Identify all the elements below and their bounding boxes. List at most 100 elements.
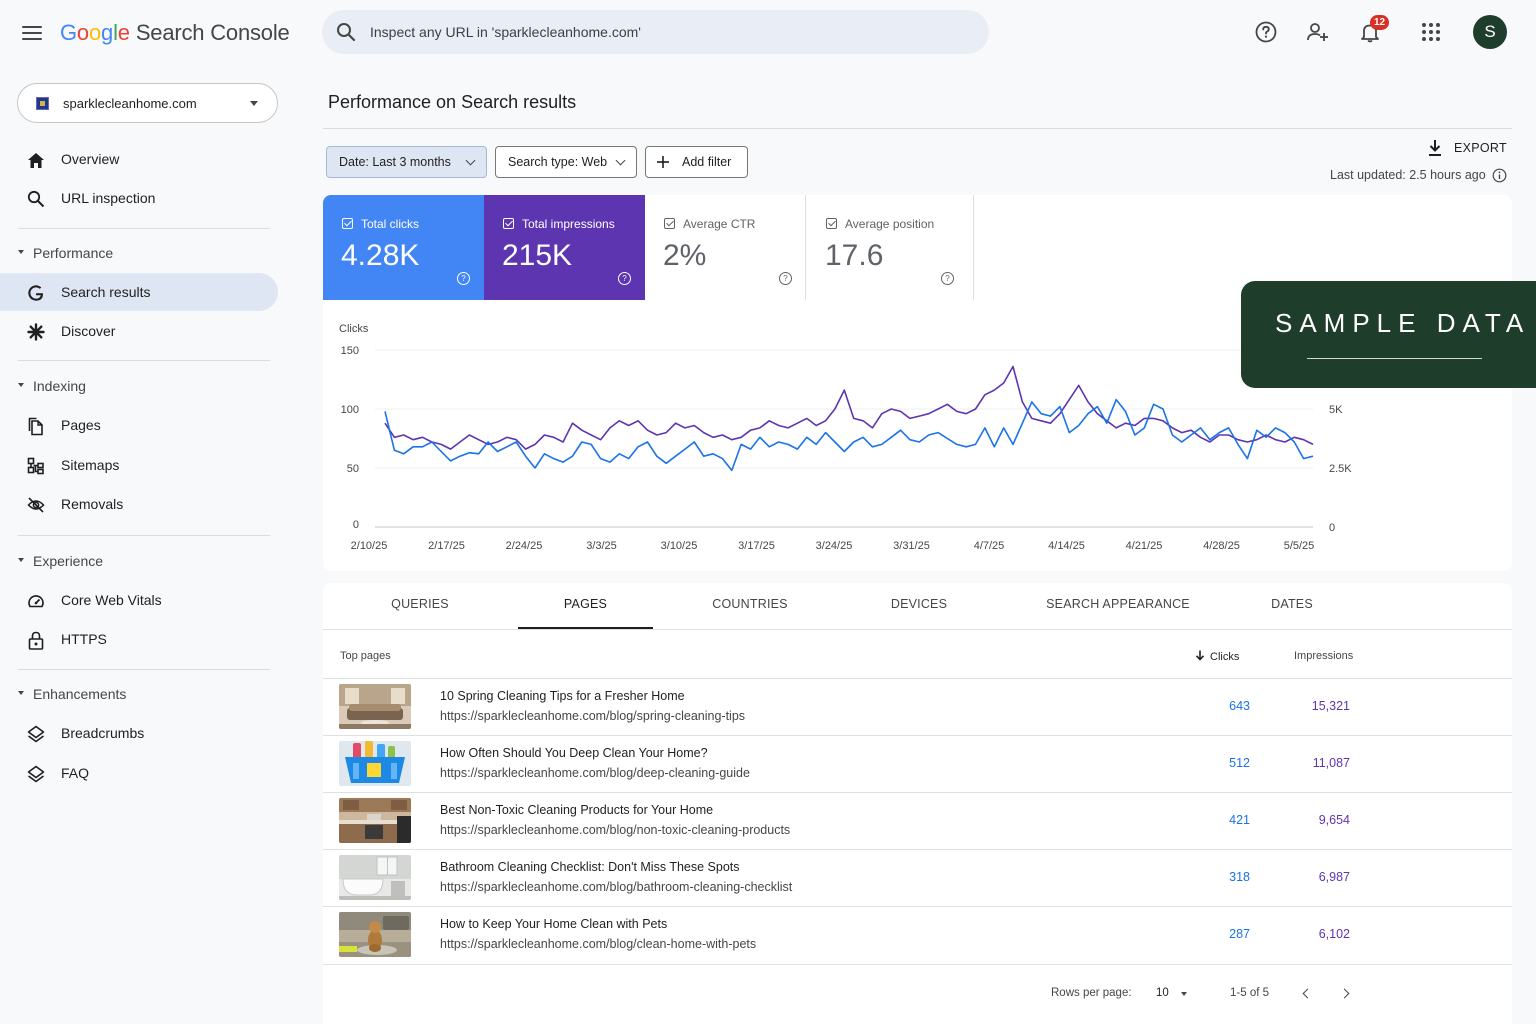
layers-icon [26, 764, 46, 784]
rows-per-page-label: Rows per page: [1051, 987, 1132, 999]
last-updated-text: Last updated: 2.5 hours ago [1330, 168, 1486, 182]
property-favicon [36, 97, 49, 110]
collapse-triangle-icon [18, 383, 24, 387]
chevron-left-icon[interactable] [1297, 985, 1317, 1003]
sidebar-item-pages[interactable]: Pages [0, 406, 278, 444]
help-icon[interactable]: ? [618, 272, 631, 285]
sidebar-divider [18, 669, 270, 670]
chevron-right-icon[interactable] [1337, 985, 1357, 1003]
sidebar-item-discover[interactable]: Discover [0, 312, 278, 350]
sidebar-item-overview[interactable]: Overview [0, 140, 278, 178]
table-row[interactable]: How to Keep Your Home Clean with Pets ht… [323, 906, 1512, 963]
table-row[interactable]: Bathroom Cleaning Checklist: Don't Miss … [323, 849, 1512, 906]
google-g-icon [26, 283, 46, 303]
account-avatar[interactable]: S [1473, 15, 1507, 49]
logo-product: Search Console [135, 20, 290, 45]
collapse-triangle-icon [18, 691, 24, 695]
add-filter-button[interactable]: Add filter [645, 146, 748, 178]
row-clicks: 421 [1229, 813, 1250, 827]
export-button[interactable]: EXPORT [1426, 138, 1514, 160]
sidebar-item-core-web-vitals[interactable]: Core Web Vitals [0, 581, 278, 619]
sidebar-item-faq[interactable]: FAQ [0, 754, 278, 792]
sidebar-section-experience[interactable]: Experience [0, 548, 270, 574]
page-thumbnail-living-room [339, 684, 411, 729]
caret-down-icon [250, 101, 258, 106]
help-icon[interactable]: ? [779, 272, 792, 285]
metric-average-ctr[interactable]: Average CTR 2% ? [645, 195, 806, 300]
chart-ylabel: Clicks [339, 323, 369, 335]
page-thumbnail-bathroom [339, 855, 411, 900]
sidebar-item-label: HTTPS [61, 631, 107, 647]
sidebar-item-label: FAQ [61, 765, 90, 781]
tab-countries[interactable]: COUNTRIES [685, 583, 815, 629]
tabs-divider [323, 629, 1512, 630]
row-impressions: 9,654 [1318, 813, 1350, 827]
url-inspect-input[interactable] [370, 18, 970, 46]
add-user-icon[interactable] [1302, 16, 1334, 48]
page-url[interactable]: https://sparklecleanhome.com/blog/deep-c… [440, 766, 750, 780]
tab-search-appearance[interactable]: SEARCH APPEARANCE [1028, 583, 1208, 629]
date-filter-chip[interactable]: Date: Last 3 months [326, 146, 487, 178]
plus-icon [657, 156, 669, 168]
tab-dates[interactable]: DATES [1240, 583, 1344, 629]
help-icon[interactable]: ? [941, 272, 954, 285]
info-icon[interactable] [1492, 168, 1507, 183]
y2-tick-label: 5K [1329, 404, 1343, 416]
sidebar-item-https[interactable]: HTTPS [0, 620, 278, 658]
sidebar-divider [18, 535, 270, 536]
column-header-clicks[interactable]: Clicks [1195, 650, 1239, 663]
collapse-triangle-icon [18, 250, 24, 254]
export-label: EXPORT [1454, 141, 1507, 155]
sidebar-item-url-inspection[interactable]: URL inspection [0, 179, 278, 217]
sidebar-section-indexing[interactable]: Indexing [0, 373, 270, 399]
sidebar-section-performance[interactable]: Performance [0, 240, 270, 266]
checkbox-icon [664, 218, 675, 229]
app-logo[interactable]: Google Search Console [60, 20, 290, 46]
page-url[interactable]: https://sparklecleanhome.com/blog/non-to… [440, 823, 790, 837]
x-tick-label: 5/5/25 [1284, 540, 1315, 552]
x-tick-label: 4/7/25 [974, 540, 1005, 552]
search-icon [26, 189, 46, 209]
metric-total-clicks[interactable]: Total clicks 4.28K ? [323, 195, 484, 300]
search-type-filter-chip[interactable]: Search type: Web [495, 146, 637, 178]
metric-total-impressions[interactable]: Total impressions 215K ? [484, 195, 645, 300]
page-url[interactable]: https://sparklecleanhome.com/blog/clean-… [440, 937, 756, 951]
metric-average-position[interactable]: Average position 17.6 ? [807, 195, 974, 300]
page-url[interactable]: https://sparklecleanhome.com/blog/bathro… [440, 880, 792, 894]
sidebar-item-search-results[interactable]: Search results [0, 273, 278, 311]
tab-devices[interactable]: DEVICES [855, 583, 983, 629]
page-title: Bathroom Cleaning Checklist: Don't Miss … [440, 860, 740, 874]
help-icon[interactable]: ? [457, 272, 470, 285]
menu-button[interactable] [18, 20, 46, 46]
metric-label: Total impressions [522, 217, 615, 231]
url-inspect-search[interactable] [322, 10, 989, 54]
page-url[interactable]: https://sparklecleanhome.com/blog/spring… [440, 709, 745, 723]
table-row[interactable]: Best Non-Toxic Cleaning Products for You… [323, 792, 1512, 849]
y-tick-label: 0 [353, 519, 359, 531]
table-row[interactable]: 10 Spring Cleaning Tips for a Fresher Ho… [323, 678, 1512, 735]
help-icon[interactable] [1250, 16, 1282, 48]
column-header-label: Clicks [1210, 651, 1240, 663]
apps-grid-icon[interactable] [1415, 16, 1447, 48]
sidebar-section-label: Indexing [33, 378, 86, 394]
tab-pages[interactable]: PAGES [518, 583, 653, 629]
page-title: How to Keep Your Home Clean with Pets [440, 917, 668, 931]
table-row[interactable]: How Often Should You Deep Clean Your Hom… [323, 735, 1512, 792]
tab-queries[interactable]: QUERIES [355, 583, 485, 629]
column-header-impressions[interactable]: Impressions [1294, 650, 1353, 662]
sidebar-item-sitemaps[interactable]: Sitemaps [0, 446, 278, 484]
caret-down-icon [1181, 992, 1187, 996]
page-thumbnail-dog [339, 912, 411, 957]
notification-count-badge: 12 [1370, 15, 1389, 30]
metric-value: 215K [502, 239, 573, 272]
sidebar-item-label: Breadcrumbs [61, 725, 145, 741]
sidebar-item-label: Pages [61, 417, 101, 433]
y2-tick-label: 0 [1329, 522, 1335, 534]
sidebar-section-label: Enhancements [33, 686, 127, 702]
sidebar-item-breadcrumbs[interactable]: Breadcrumbs [0, 714, 278, 752]
property-selector[interactable]: sparklecleanhome.com [17, 83, 278, 123]
sidebar-section-enhancements[interactable]: Enhancements [0, 681, 270, 707]
sidebar-item-removals[interactable]: Removals [0, 485, 278, 523]
page-title: 10 Spring Cleaning Tips for a Fresher Ho… [440, 689, 685, 703]
rows-per-page-select[interactable]: 10 [1154, 985, 1194, 1003]
